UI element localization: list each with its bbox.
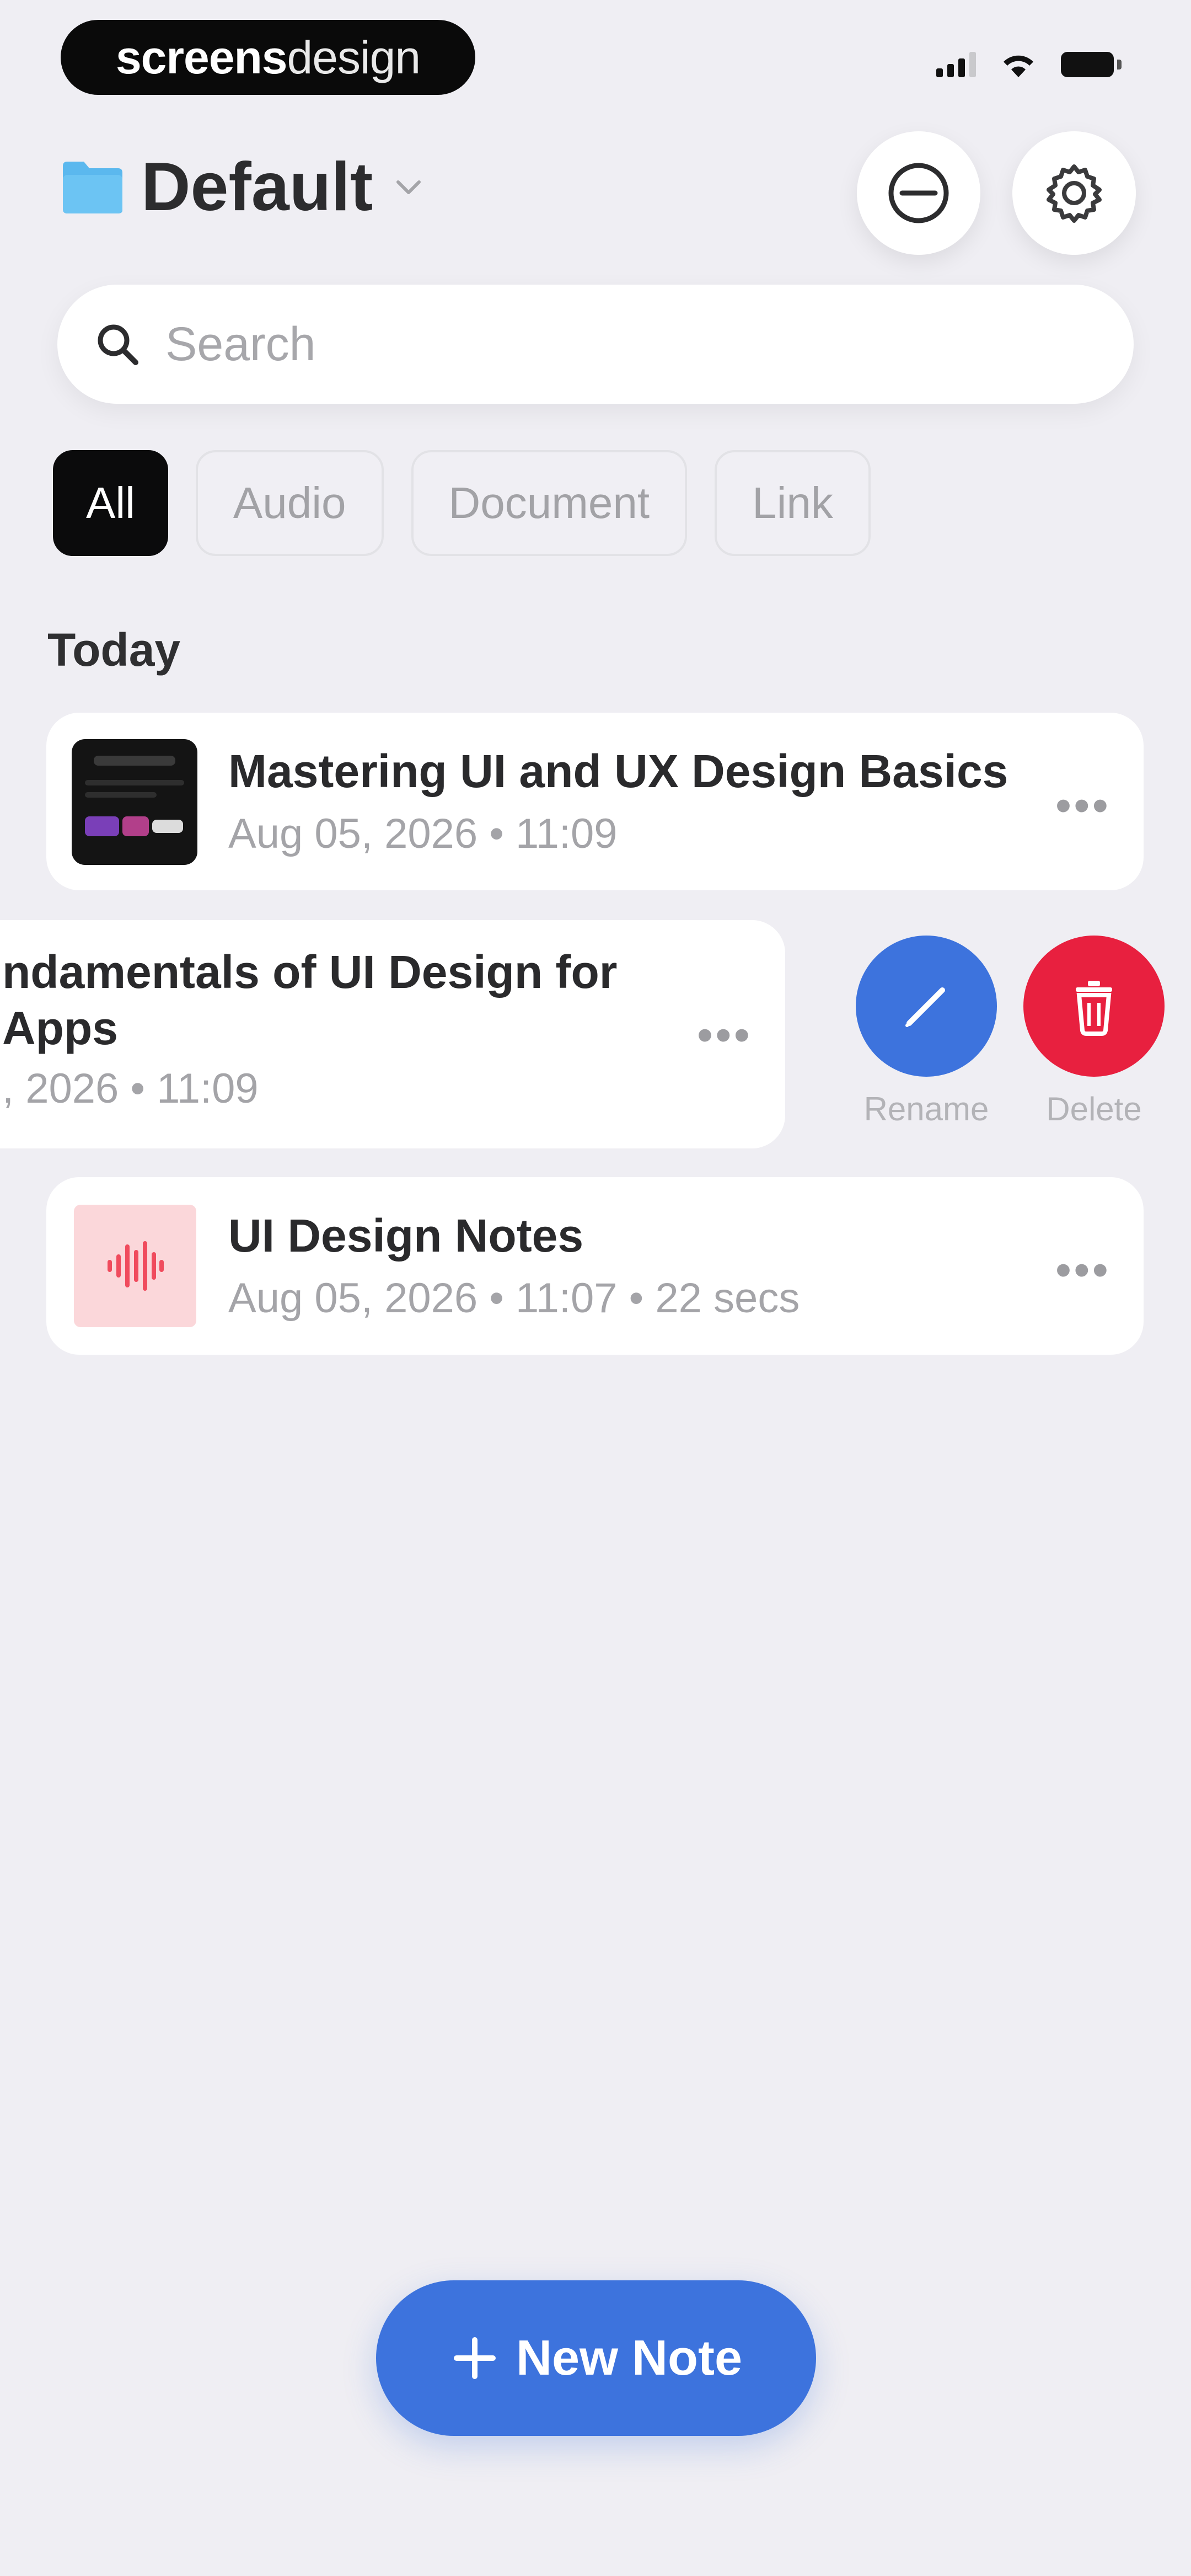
note-meta: Aug 05, 2026 • 11:07 • 22 secs	[228, 1275, 800, 1322]
status-icons	[936, 51, 1122, 78]
search-bar[interactable]	[57, 285, 1134, 404]
new-note-button[interactable]: New Note	[376, 2280, 816, 2436]
filter-chip-link[interactable]: Link	[715, 450, 871, 556]
filter-chips: All Audio Document Link	[53, 450, 871, 556]
note-title: UI Design Notes	[228, 1210, 584, 1262]
note-meta: Aug 05, 2026 • 11:09	[228, 810, 618, 857]
minus-circle-icon	[888, 163, 949, 223]
folder-name: Default	[141, 149, 373, 225]
delete-label: Delete	[1046, 1091, 1142, 1127]
folder-selector[interactable]: Default	[61, 148, 428, 226]
select-mode-button[interactable]	[857, 131, 980, 255]
filter-chip-document[interactable]: Document	[411, 450, 688, 556]
search-input[interactable]	[164, 316, 1049, 372]
search-icon	[98, 324, 138, 365]
settings-button[interactable]	[1012, 131, 1136, 255]
note-card-swiped[interactable]: ndamentals of UI Design for Apps , 2026 …	[0, 920, 785, 1148]
folder-icon	[63, 162, 122, 213]
wifi-icon	[1004, 55, 1033, 77]
trash-icon	[1076, 981, 1112, 1036]
logo-text-bold: screens	[115, 31, 288, 83]
filter-chip-audio[interactable]: Audio	[195, 450, 384, 556]
chevron-down-icon	[396, 180, 421, 194]
note-thumbnail	[72, 739, 197, 865]
note-card[interactable]: Mastering UI and UX Design Basics Aug 05…	[46, 713, 1144, 890]
filter-chip-all[interactable]: All	[53, 450, 168, 556]
note-title: Mastering UI and UX Design Basics	[228, 745, 1008, 797]
delete-button[interactable]	[1023, 936, 1165, 1077]
plus-icon	[453, 2337, 496, 2379]
logo-text-light: design	[287, 31, 421, 83]
cellular-signal-icon	[936, 52, 976, 77]
note-title-line1: ndamentals of UI Design for	[2, 946, 618, 998]
screensdesign-logo: screens design	[61, 20, 475, 95]
note-meta: , 2026 • 11:09	[2, 1065, 259, 1112]
audio-waveform-icon	[108, 1241, 164, 1291]
gear-icon	[1047, 164, 1102, 223]
note-card[interactable]: UI Design Notes Aug 05, 2026 • 11:07 • 2…	[46, 1177, 1144, 1355]
rename-label: Rename	[863, 1091, 989, 1127]
section-header-today: Today	[47, 624, 181, 676]
more-options-icon[interactable]: •••	[697, 1008, 752, 1062]
more-options-icon[interactable]: •••	[1055, 1243, 1110, 1297]
new-note-label: New Note	[516, 2330, 743, 2386]
note-title-line2: Apps	[2, 1002, 118, 1054]
more-options-icon[interactable]: •••	[1055, 779, 1110, 832]
audio-thumbnail	[74, 1205, 196, 1327]
battery-icon	[1061, 52, 1122, 77]
pencil-icon	[905, 987, 945, 1027]
rename-button[interactable]	[856, 936, 997, 1077]
